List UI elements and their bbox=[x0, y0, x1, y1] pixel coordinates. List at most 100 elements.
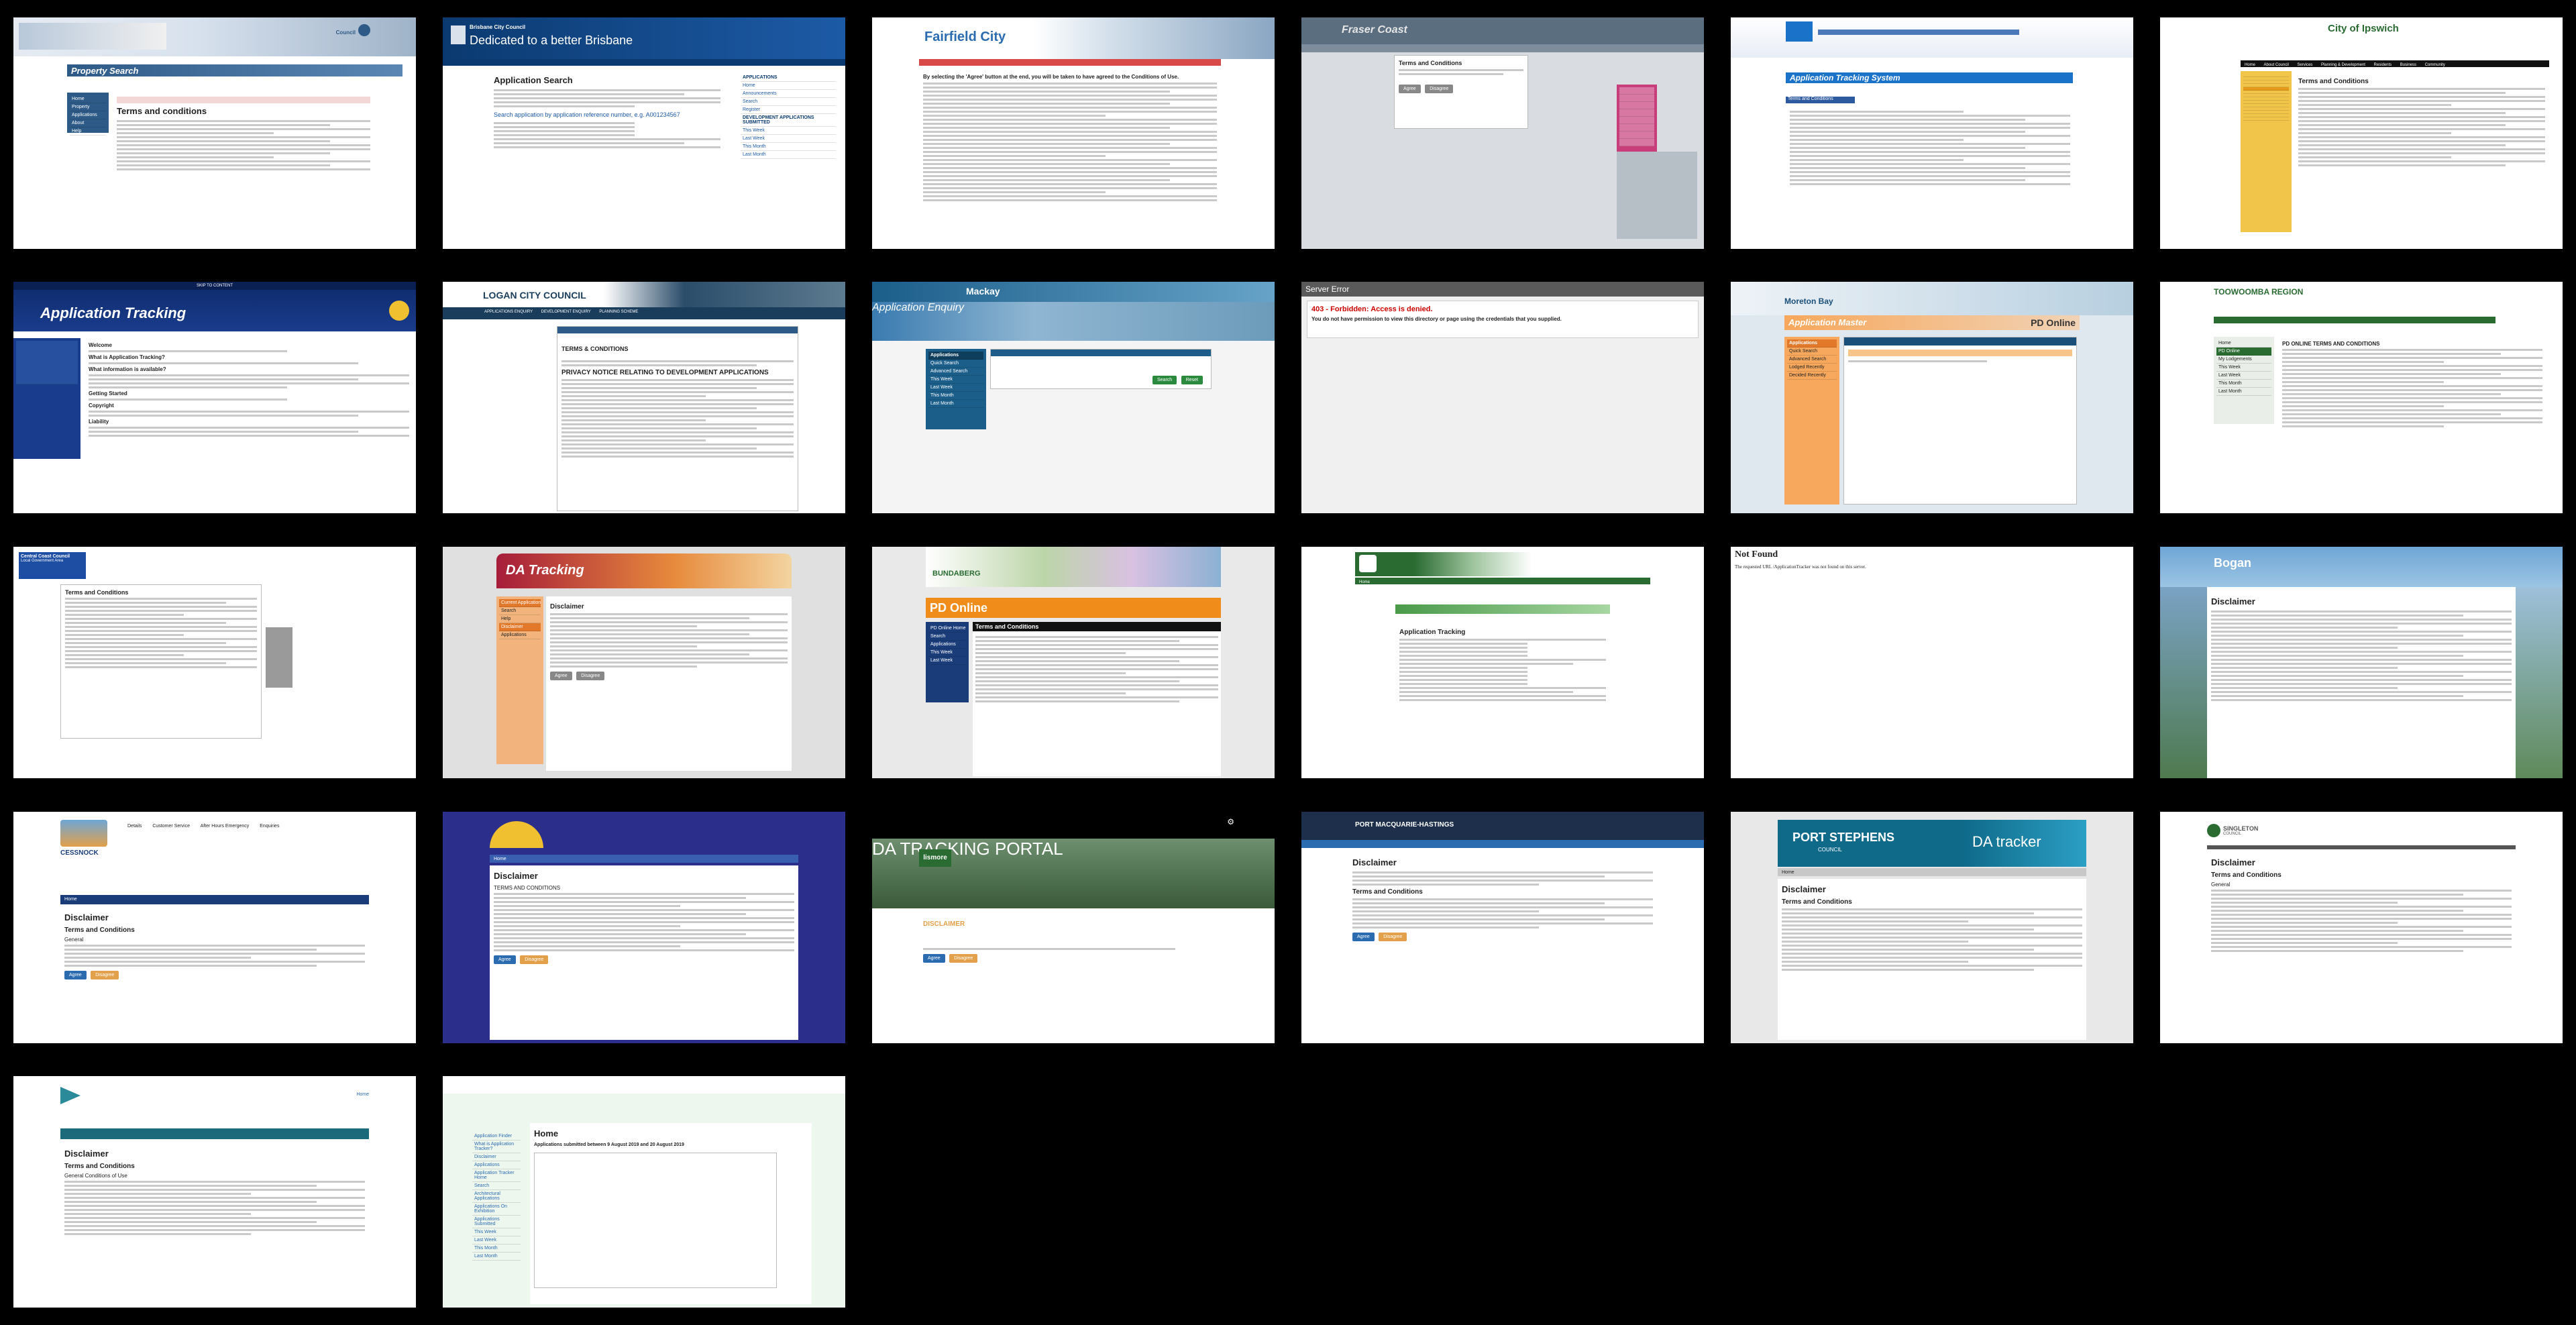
sidebar-item[interactable]: This Month bbox=[472, 1244, 521, 1253]
sidebar-item[interactable]: Disclaimer bbox=[472, 1153, 521, 1161]
tab-development-enquiry[interactable]: DEVELOPMENT ENQUIRY bbox=[541, 310, 591, 314]
nav-home[interactable]: Home bbox=[1359, 580, 1370, 584]
search-link[interactable]: Search application by application refere… bbox=[494, 111, 720, 118]
sidebar-item[interactable]: Quick Search bbox=[928, 360, 983, 368]
sidebar-item[interactable]: Applications Submitted bbox=[472, 1216, 521, 1228]
sidebar-item[interactable]: Last Month bbox=[2216, 388, 2271, 396]
section-heading: What is Application Tracking? bbox=[89, 354, 165, 360]
sidebar-item[interactable]: Applications bbox=[70, 111, 106, 119]
sidebar-item[interactable]: Disclaimer bbox=[499, 623, 541, 631]
sidebar-item[interactable]: PD Online Home bbox=[928, 625, 966, 633]
sidebar-item[interactable]: This Week bbox=[928, 376, 983, 384]
disagree-button[interactable]: Disagree bbox=[949, 954, 978, 963]
tab-applications-enquiry[interactable]: APPLICATIONS ENQUIRY bbox=[484, 310, 533, 314]
sidebar-item[interactable]: Register bbox=[741, 106, 836, 114]
header-banner: PORT STEPHENS COUNCIL DA tracker bbox=[1778, 820, 2086, 867]
sidebar-item[interactable]: My Lodgements bbox=[2216, 356, 2271, 364]
sidebar-item[interactable]: Search bbox=[499, 607, 541, 615]
tab-planning-scheme[interactable]: PLANNING SCHEME bbox=[599, 310, 638, 314]
sidebar-item[interactable]: Decided Recently bbox=[1787, 372, 1837, 380]
skip-link[interactable]: SKIP TO CONTENT bbox=[13, 282, 416, 290]
sidebar-item[interactable]: Application Finder bbox=[472, 1132, 521, 1141]
sidebar-item[interactable]: This Week bbox=[928, 649, 966, 657]
sidebar-item[interactable]: Last Month bbox=[472, 1253, 521, 1261]
agree-button[interactable]: Agree bbox=[1352, 933, 1375, 941]
sidebar-item[interactable]: Home bbox=[2216, 339, 2271, 348]
main-content: Disclaimer Terms and Conditions General bbox=[2207, 852, 2516, 1040]
disagree-button[interactable]: Disagree bbox=[576, 672, 605, 680]
sidebar-item[interactable]: Last Month bbox=[928, 400, 983, 408]
disagree-button[interactable]: Disagree bbox=[91, 971, 119, 979]
sidebar: Applications Quick Search Advanced Searc… bbox=[926, 349, 986, 429]
sidebar-item[interactable]: Applications bbox=[499, 631, 541, 639]
nav-item[interactable]: Business bbox=[2400, 63, 2416, 67]
nav-home[interactable]: Home bbox=[494, 857, 506, 861]
sidebar-item[interactable]: Applications On Exhibition bbox=[472, 1203, 521, 1216]
sidebar-item[interactable]: Last Month bbox=[741, 151, 836, 159]
sidebar-item[interactable]: Search bbox=[928, 633, 966, 641]
sidebar-item[interactable]: Last Week bbox=[928, 657, 966, 665]
tile-not-found: Not Found The requested URL /Application… bbox=[1731, 547, 2133, 778]
agreement-intro: By selecting the 'Agree' button at the e… bbox=[923, 74, 1179, 80]
nav-item[interactable]: Planning & Development bbox=[2321, 63, 2365, 67]
agree-button[interactable]: Agree bbox=[64, 971, 87, 979]
sidebar-item[interactable]: This Week bbox=[741, 127, 836, 135]
sidebar-item[interactable]: Home bbox=[70, 95, 106, 103]
nav-home[interactable]: Home bbox=[64, 897, 77, 902]
agree-button[interactable]: Agree bbox=[550, 672, 572, 680]
sidebar-item[interactable]: PD Online bbox=[2216, 348, 2271, 356]
search-button[interactable]: Search bbox=[1152, 376, 1177, 384]
sidebar-item[interactable]: Help bbox=[499, 615, 541, 623]
section-heading: Liability bbox=[89, 419, 109, 425]
sidebar-item[interactable]: Last Week bbox=[741, 135, 836, 143]
main-content: Welcome What is Application Tracking? Wh… bbox=[85, 338, 413, 511]
header-banner: Server Error bbox=[1301, 282, 1704, 297]
page-title: Disclaimer bbox=[494, 871, 538, 881]
sidebar-item[interactable]: Search bbox=[472, 1182, 521, 1190]
sidebar-item[interactable]: Last Week bbox=[472, 1236, 521, 1244]
sidebar-item[interactable]: Lodged Recently bbox=[1787, 364, 1837, 372]
sidebar-item[interactable]: Applications bbox=[928, 641, 966, 649]
sidebar-item[interactable]: Advanced Search bbox=[928, 368, 983, 376]
sidebar-item[interactable]: Application Tracker Home bbox=[472, 1169, 521, 1182]
sidebar-item[interactable]: Last Week bbox=[2216, 372, 2271, 380]
nav-item[interactable]: Community bbox=[2425, 63, 2445, 67]
nav-item[interactable]: Residents bbox=[2374, 63, 2392, 67]
sidebar-item[interactable]: What is Application Tracker? bbox=[472, 1141, 521, 1153]
sidebar-item[interactable]: Property bbox=[70, 103, 106, 111]
disagree-button[interactable]: Disagree bbox=[520, 955, 549, 964]
sidebar-item[interactable]: Home bbox=[741, 82, 836, 90]
sidebar-heading: Applications bbox=[928, 352, 983, 360]
sidebar-item[interactable]: Announcements bbox=[741, 90, 836, 98]
header-banner bbox=[1355, 552, 1650, 576]
sidebar-item[interactable]: Applications bbox=[472, 1161, 521, 1169]
nav-home[interactable]: Home bbox=[356, 1092, 369, 1097]
accessibility-icon[interactable]: ⚙ bbox=[1227, 817, 1234, 827]
reset-button[interactable]: Reset bbox=[1181, 376, 1203, 384]
nav-item[interactable]: Services bbox=[2297, 63, 2312, 67]
disagree-button[interactable]: Disagree bbox=[1379, 933, 1407, 941]
tile-property-search: Council Property Search Home Property Ap… bbox=[13, 17, 416, 249]
sidebar-item[interactable]: Search bbox=[741, 98, 836, 106]
sidebar-item[interactable]: This Week bbox=[2216, 364, 2271, 372]
sidebar-item[interactable]: Help bbox=[70, 127, 106, 136]
sidebar-item[interactable]: About bbox=[70, 119, 106, 127]
agree-button[interactable]: Agree bbox=[923, 954, 945, 963]
sidebar-item[interactable]: This Month bbox=[2216, 380, 2271, 388]
sidebar-item[interactable]: Last Week bbox=[928, 384, 983, 392]
nav-item[interactable]: Home bbox=[2245, 63, 2255, 67]
sidebar-item[interactable]: This Week bbox=[472, 1228, 521, 1236]
disagree-button[interactable]: Disagree bbox=[1425, 85, 1454, 93]
sidebar-heading: Applications bbox=[1787, 339, 1837, 348]
sidebar-item[interactable]: This Month bbox=[741, 143, 836, 151]
agree-button[interactable]: Agree bbox=[494, 955, 516, 964]
sidebar-item[interactable]: This Month bbox=[928, 392, 983, 400]
sidebar-item[interactable]: Quick Search bbox=[1787, 348, 1837, 356]
sidebar-item[interactable]: Architectural Applications bbox=[472, 1190, 521, 1203]
sidebar-item[interactable]: Advanced Search bbox=[1787, 356, 1837, 364]
nav-item[interactable]: About Council bbox=[2264, 63, 2289, 67]
tile-toowoomba: TOOWOOMBA REGION Home PD Online My Lodge… bbox=[2160, 282, 2563, 513]
sidebar-item[interactable]: Current Applications bbox=[499, 599, 541, 607]
nav-home[interactable]: Home bbox=[1782, 870, 1794, 875]
agree-button[interactable]: Agree bbox=[1399, 85, 1421, 93]
